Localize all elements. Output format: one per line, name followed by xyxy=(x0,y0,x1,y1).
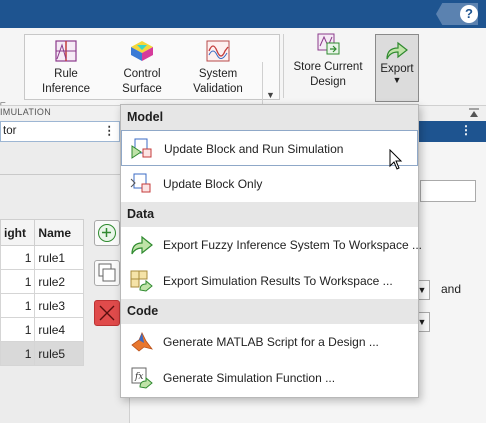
mouse-cursor-icon xyxy=(389,149,403,170)
table-row-selected[interactable]: 1 rule5 xyxy=(0,341,84,366)
title-bar: ? xyxy=(0,0,486,28)
document-tab[interactable]: tor ⋮ xyxy=(0,121,120,142)
duplicate-icon xyxy=(98,263,116,282)
table-row[interactable]: 1 rule4 xyxy=(0,317,84,342)
export-label: Export xyxy=(380,63,414,75)
export-arrow-icon xyxy=(386,41,408,60)
analysis-gallery: Rule Inference Control Surface System Va… xyxy=(24,34,280,100)
document-tab-menu-icon[interactable]: ⋮ xyxy=(104,122,116,141)
generate-simulation-function-label: Generate Simulation Function ... xyxy=(163,371,336,385)
collapse-toolstrip-icon[interactable] xyxy=(468,108,480,118)
export-button[interactable]: Export ▼ xyxy=(375,34,419,102)
store-current-design-button[interactable]: Store Current Design xyxy=(288,32,368,90)
update-block-and-run-simulation-label: Update Block and Run Simulation xyxy=(164,142,344,156)
rule-weight-cell[interactable]: 1 xyxy=(0,317,36,342)
store-current-design-label: Store Current Design xyxy=(293,61,363,88)
rules-table: ight Name 1 rule1 1 rule2 1 rule3 1 rule… xyxy=(0,219,84,366)
export-fis-to-workspace-item[interactable]: Export Fuzzy Inference System To Workspa… xyxy=(121,227,422,263)
delete-rule-button[interactable] xyxy=(94,300,120,326)
rule-weight-cell[interactable]: 1 xyxy=(0,269,36,294)
system-validation-label: System Validation xyxy=(193,68,243,95)
update-run-simulation-icon xyxy=(131,138,152,159)
rule-inference-label: Rule Inference xyxy=(42,68,90,95)
rule-name-cell[interactable]: rule3 xyxy=(34,293,84,318)
table-row[interactable]: 1 rule3 xyxy=(0,293,84,318)
document-bar-menu-icon[interactable]: ⋮ xyxy=(460,123,472,137)
rule-inference-icon xyxy=(55,40,77,62)
rule-weight-cell[interactable]: 1 xyxy=(0,245,36,270)
rule-name-cell[interactable]: rule1 xyxy=(34,245,84,270)
weight-column-header[interactable]: ight xyxy=(0,219,36,246)
ribbon-section-simulation-label: IMULATION xyxy=(0,107,52,117)
export-fis-icon xyxy=(131,235,153,255)
rule-name-cell[interactable]: rule4 xyxy=(34,317,84,342)
delete-icon xyxy=(99,305,115,321)
update-block-only-item[interactable]: Update Block Only xyxy=(121,166,418,202)
add-rule-button[interactable] xyxy=(94,220,120,246)
svg-text:fx: fx xyxy=(134,372,143,382)
export-simulation-results-label: Export Simulation Results To Workspace .… xyxy=(163,274,393,288)
generate-simulation-function-item[interactable]: fx Generate Simulation Function ... xyxy=(121,360,418,396)
system-validation-icon xyxy=(206,40,230,62)
name-column-header[interactable]: Name xyxy=(34,219,84,246)
matlab-script-icon xyxy=(131,332,153,352)
export-menu: Model Update Block and Run Simulation Up… xyxy=(120,104,422,398)
store-design-icon xyxy=(317,33,340,55)
connective-label: and xyxy=(441,282,462,296)
control-surface-label: Control Surface xyxy=(122,68,162,95)
menu-section-model: Model xyxy=(121,105,418,130)
menu-section-code: Code xyxy=(121,299,418,324)
rule-weight-cell[interactable]: 1 xyxy=(0,293,36,318)
export-simulation-results-item[interactable]: Export Simulation Results To Workspace .… xyxy=(121,263,418,299)
panel-divider xyxy=(0,174,130,175)
generate-matlab-script-item[interactable]: Generate MATLAB Script for a Design ... xyxy=(121,324,418,360)
rule-name-cell[interactable]: rule2 xyxy=(34,269,84,294)
control-surface-button[interactable]: Control Surface xyxy=(107,39,177,97)
system-validation-button[interactable]: System Validation xyxy=(183,39,253,97)
table-row[interactable]: 1 rule1 xyxy=(0,245,84,270)
export-fis-to-workspace-label: Export Fuzzy Inference System To Workspa… xyxy=(163,238,422,252)
rule-name-cell[interactable]: rule5 xyxy=(34,341,84,366)
update-block-and-run-simulation-item[interactable]: Update Block and Run Simulation xyxy=(121,130,418,166)
rule-inference-button[interactable]: Rule Inference xyxy=(31,39,101,97)
export-results-icon xyxy=(130,270,153,292)
rule-edit-field[interactable] xyxy=(420,180,476,202)
document-tab-label: tor xyxy=(3,125,17,137)
help-button[interactable]: ? xyxy=(460,5,478,23)
table-header-row: ight Name xyxy=(0,219,84,246)
ribbon-separator xyxy=(283,34,284,98)
menu-section-data: Data xyxy=(121,202,418,227)
export-dropdown-arrow: ▼ xyxy=(392,75,402,85)
duplicate-rule-button[interactable] xyxy=(94,260,120,286)
control-surface-icon xyxy=(131,41,153,61)
table-row[interactable]: 1 rule2 xyxy=(0,269,84,294)
rule-weight-cell[interactable]: 1 xyxy=(0,341,36,366)
simulation-function-icon: fx xyxy=(131,367,153,389)
generate-matlab-script-label: Generate MATLAB Script for a Design ... xyxy=(163,335,379,349)
update-block-icon xyxy=(130,173,151,193)
add-icon xyxy=(98,224,116,242)
update-block-only-label: Update Block Only xyxy=(163,177,263,191)
